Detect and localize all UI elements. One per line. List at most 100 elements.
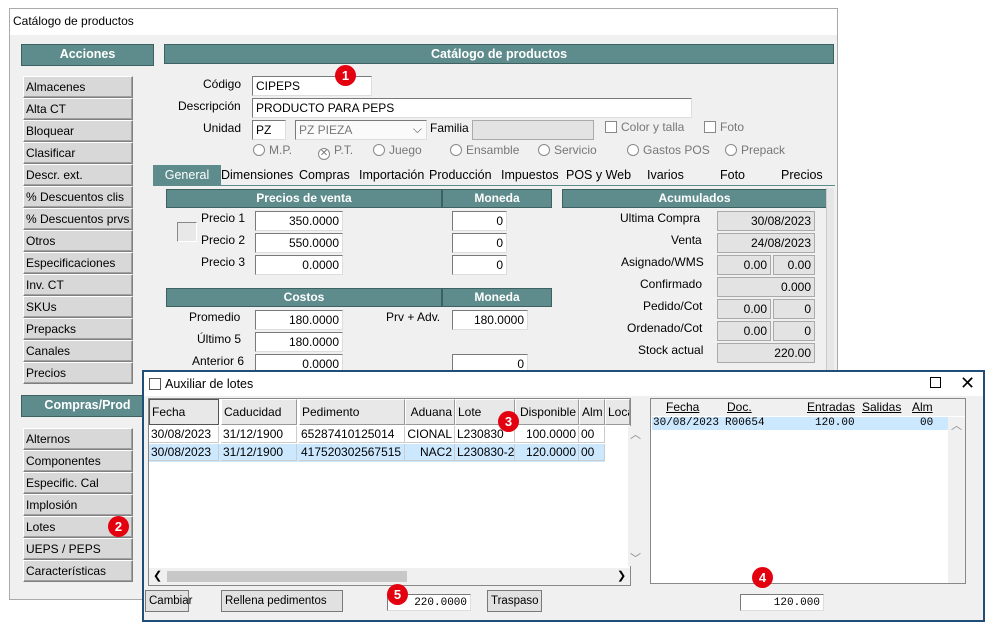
grid-col-pedimento[interactable]: Pedimento bbox=[299, 399, 405, 425]
sidebar-item-componentes[interactable]: Componentes bbox=[23, 450, 133, 472]
close-icon[interactable]: ✕ bbox=[960, 372, 975, 394]
promedio-label: Promedio bbox=[189, 310, 241, 324]
maximize-icon[interactable] bbox=[930, 377, 941, 388]
precio1-input[interactable]: 350.0000 bbox=[255, 211, 343, 231]
horizontal-scrollbar[interactable]: ❮ ❯ bbox=[149, 568, 630, 585]
sidebar-item-descr-ext[interactable]: Descr. ext. bbox=[23, 164, 133, 186]
stock-label: Stock actual bbox=[638, 343, 704, 357]
grid-col-caducidad[interactable]: Caducidad bbox=[221, 399, 297, 425]
grid-col-alm[interactable]: Alm bbox=[579, 399, 605, 425]
unidad-input[interactable]: PZ bbox=[252, 120, 286, 140]
radio-prepack[interactable]: Prepack bbox=[725, 143, 785, 157]
mov-row[interactable]: 30/08/2023 R00654 120.00 00 bbox=[652, 417, 948, 430]
sidebar-item-especificaciones[interactable]: Especificaciones bbox=[23, 252, 133, 274]
scroll-up-icon[interactable]: ︿ bbox=[951, 417, 962, 433]
sidebar-item-precios[interactable]: Precios bbox=[23, 362, 133, 384]
radio-mp[interactable]: M.P. bbox=[253, 143, 292, 157]
tab-dimensiones[interactable]: Dimensiones bbox=[221, 165, 293, 185]
foto-checkbox[interactable]: Foto bbox=[704, 120, 744, 134]
sidebar-item-ueps-peps[interactable]: UEPS / PEPS bbox=[23, 538, 133, 560]
vertical-scrollbar[interactable] bbox=[826, 188, 834, 370]
mov-col-alm[interactable]: Alm bbox=[912, 400, 933, 414]
foto-label: Foto bbox=[720, 120, 745, 134]
precio3-input[interactable]: 0.0000 bbox=[255, 255, 343, 275]
traspaso-button[interactable]: Traspaso bbox=[487, 590, 542, 612]
scroll-thumb[interactable] bbox=[167, 571, 407, 582]
precio2-moneda[interactable]: 0 bbox=[452, 233, 507, 253]
cambiar-button[interactable]: Cambiar bbox=[145, 590, 192, 612]
tab-impuestos[interactable]: Impuestos bbox=[501, 165, 559, 185]
sidebar-item-almacenes[interactable]: Almacenes bbox=[23, 76, 133, 98]
radio-pt[interactable]: ✕ P.T. bbox=[318, 143, 353, 160]
mov-col-doc[interactable]: Doc. bbox=[727, 400, 752, 414]
table-row[interactable]: 30/08/2023 31/12/1900 417520302567515 NAC2 L… bbox=[149, 444, 605, 462]
mov-col-entradas[interactable]: Entradas bbox=[807, 400, 855, 414]
sidebar-item-alternos[interactable]: Alternos bbox=[23, 428, 133, 450]
radio-circle bbox=[373, 144, 385, 156]
scroll-down-icon[interactable]: ﹀ bbox=[630, 550, 641, 566]
mov-vscroll[interactable]: ︿ bbox=[948, 417, 965, 583]
familia-input[interactable] bbox=[472, 120, 594, 140]
lotes-title: Auxiliar de lotes bbox=[165, 377, 254, 391]
prv-adv-label: Prv + Adv. bbox=[386, 310, 441, 324]
scroll-up-icon[interactable]: ︿ bbox=[630, 426, 641, 442]
sidebar-item-canales[interactable]: Canales bbox=[23, 340, 133, 362]
ultimo-label: Último 5 bbox=[197, 332, 242, 346]
precio-color-swatch[interactable] bbox=[177, 222, 197, 242]
precio3-moneda[interactable]: 0 bbox=[452, 255, 507, 275]
grid-vscroll[interactable]: ︿ ﹀ bbox=[628, 426, 646, 566]
sidebar-item-otros[interactable]: Otros bbox=[23, 230, 133, 252]
sidebar-item-descuentos-clis[interactable]: % Descuentos clis bbox=[23, 186, 133, 208]
rellena-pedimentos-button[interactable]: Rellena pedimentos bbox=[221, 590, 343, 612]
mov-col-salidas[interactable]: Salidas bbox=[862, 400, 901, 414]
radio-gastos-pos[interactable]: Gastos POS bbox=[627, 143, 710, 157]
scroll-right-icon[interactable]: ❯ bbox=[617, 569, 626, 582]
mov-cell-alm: 00 bbox=[920, 417, 934, 429]
grid-col-disponible[interactable]: Disponible bbox=[515, 399, 579, 425]
radio-ensamble[interactable]: Ensamble bbox=[450, 143, 519, 157]
tab-general[interactable]: General bbox=[153, 165, 221, 185]
table-row[interactable]: 30/08/2023 31/12/1900 65287410125014 CIONAL… bbox=[149, 426, 605, 444]
tab-foto[interactable]: Foto bbox=[720, 165, 745, 185]
table-cell: 120.0000 bbox=[515, 444, 579, 461]
sidebar-item-bloquear[interactable]: Bloquear bbox=[23, 120, 133, 142]
sidebar-item-implosi-n[interactable]: Implosión bbox=[23, 494, 133, 516]
tab-importacion[interactable]: Importación bbox=[359, 165, 424, 185]
descripcion-input[interactable]: PRODUCTO PARA PEPS bbox=[252, 98, 692, 118]
promedio-input[interactable]: 180.0000 bbox=[255, 310, 343, 330]
grid-col-aduana[interactable]: Aduana bbox=[405, 399, 455, 425]
sidebar-item-skus[interactable]: SKUs bbox=[23, 296, 133, 318]
sidebar-item-alta-ct[interactable]: Alta CT bbox=[23, 98, 133, 120]
radio-circle bbox=[538, 144, 550, 156]
ultimo-input[interactable]: 180.0000 bbox=[255, 332, 343, 352]
sidebar-item-especific-cal[interactable]: Especific. Cal bbox=[23, 472, 133, 494]
sidebar-item-descuentos-prvs[interactable]: % Descuentos prvs bbox=[23, 208, 133, 230]
tab-compras[interactable]: Compras bbox=[299, 165, 350, 185]
sidebar-item-clasificar[interactable]: Clasificar bbox=[23, 142, 133, 164]
table-cell: L230830-2 bbox=[455, 444, 515, 461]
color-talla-checkbox[interactable]: Color y talla bbox=[605, 120, 684, 134]
codigo-label: Código bbox=[203, 77, 242, 91]
tab-produccion[interactable]: Producción bbox=[429, 165, 492, 185]
radio-servicio[interactable]: Servicio bbox=[538, 143, 597, 157]
radio-label: Ensamble bbox=[466, 143, 520, 157]
sidebar-item-prepacks[interactable]: Prepacks bbox=[23, 318, 133, 340]
tab-precios[interactable]: Precios bbox=[781, 165, 823, 185]
sidebar-item-caracter-sticas[interactable]: Características bbox=[23, 560, 133, 582]
precio1-moneda[interactable]: 0 bbox=[452, 211, 507, 231]
radio-juego[interactable]: Juego bbox=[373, 143, 422, 157]
confirmado-label: Confirmado bbox=[640, 277, 703, 291]
mov-col-fecha[interactable]: Fecha bbox=[666, 400, 699, 414]
descripcion-label: Descripción bbox=[178, 99, 241, 113]
precio2-input[interactable]: 550.0000 bbox=[255, 233, 343, 253]
grid-col-fecha[interactable]: Fecha bbox=[149, 399, 219, 425]
scroll-left-icon[interactable]: ❮ bbox=[153, 569, 162, 582]
unidad-select[interactable]: PZ PIEZA ⌵ bbox=[295, 120, 427, 140]
sidebar-item-inv-ct[interactable]: Inv. CT bbox=[23, 274, 133, 296]
prv-adv-input[interactable]: 180.0000 bbox=[452, 310, 528, 330]
annotation-badge-2: 2 bbox=[108, 516, 129, 537]
tab-pos-web[interactable]: POS y Web bbox=[566, 165, 631, 185]
table-cell: 417520302567515 bbox=[299, 444, 405, 461]
tab-ivarios[interactable]: Ivarios bbox=[647, 165, 684, 185]
grid-col-localiza[interactable]: Localiza bbox=[605, 399, 630, 425]
